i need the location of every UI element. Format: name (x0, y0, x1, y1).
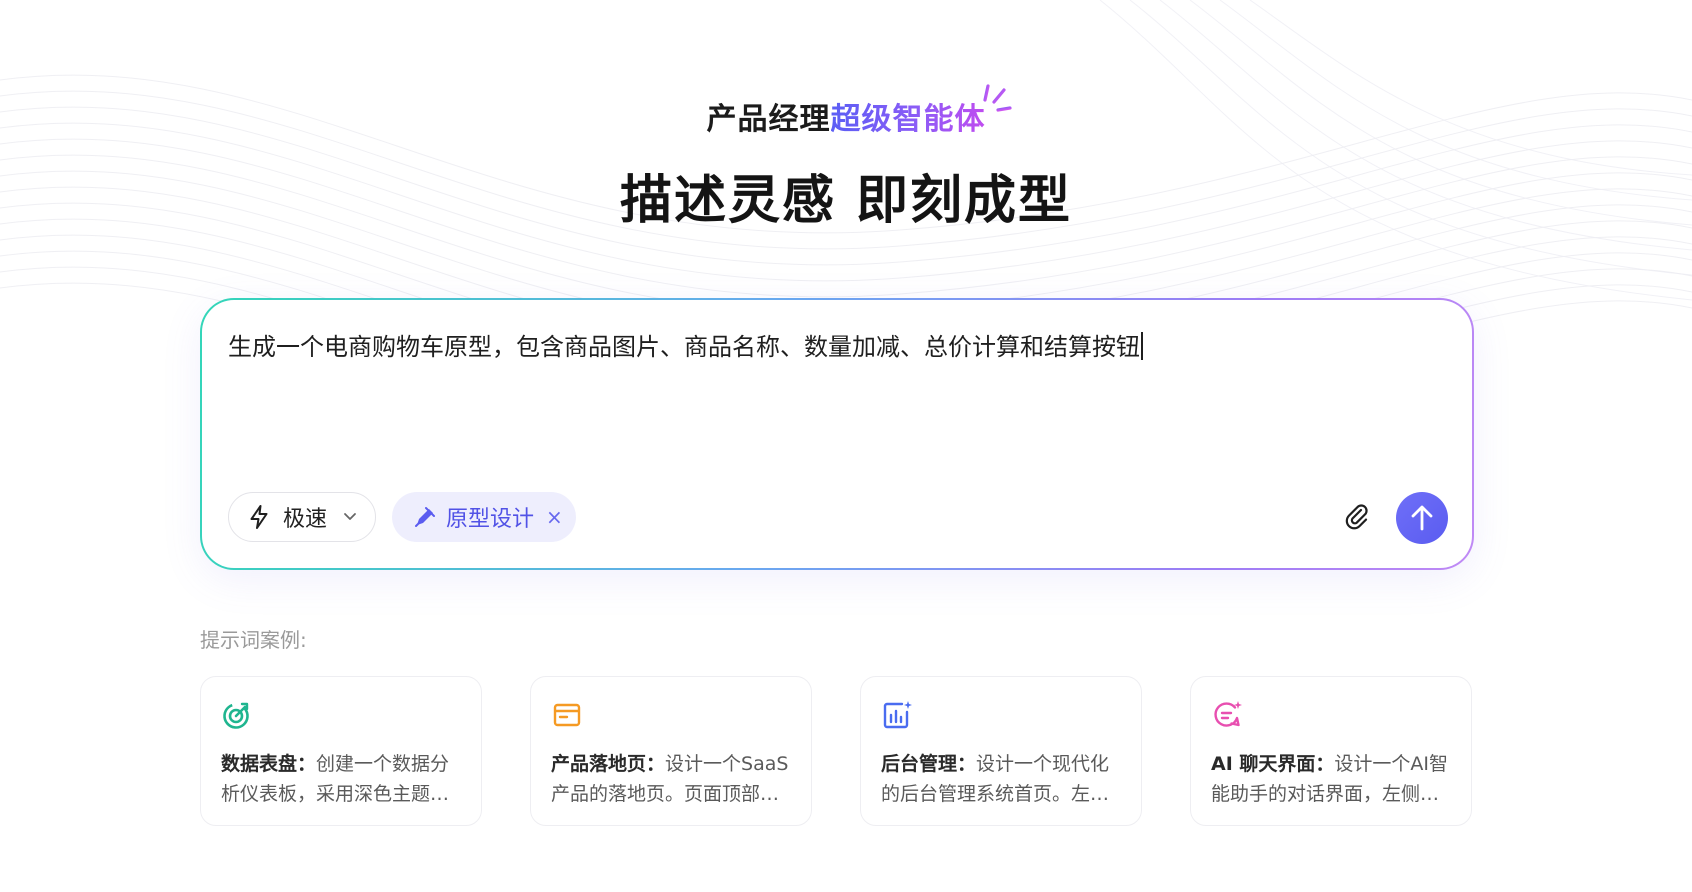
paperclip-icon[interactable] (1342, 502, 1372, 532)
lightning-icon (250, 505, 268, 529)
hero-title: 描述灵感 即刻成型 (619, 171, 1073, 231)
sparkle-icon (983, 84, 1012, 112)
example-card-title: 后台管理 (881, 753, 958, 775)
example-card-title: AI 聊天界面 (1211, 753, 1316, 775)
browser-window-icon (553, 703, 581, 727)
example-cards: 数据表盘：创建一个数据分 析仪表板，采用深色主题… 产品落地页：设计一个SaaS 产… (200, 676, 1474, 826)
hero-subtitle-plain: 产品经理 (706, 102, 831, 137)
speed-mode-dropdown[interactable]: 极速 (228, 492, 376, 542)
example-card-description: 数据表盘：创建一个数据分 析仪表板，采用深色主题… (221, 753, 450, 805)
example-card-ai-chat[interactable]: AI 聊天界面：设计一个AI智 能助手的对话界面，左侧… (1190, 676, 1472, 826)
prompt-box: 生成一个电商购物车原型，包含商品图片、商品名称、数量加减、总价计算和结算按钮 极… (200, 298, 1474, 570)
example-card-title: 产品落地页 (551, 753, 647, 775)
arrow-up-icon (1411, 505, 1433, 531)
example-card-admin[interactable]: 后台管理：设计一个现代化 的后台管理系统首页。左… (860, 676, 1142, 826)
prototype-design-tag-label: 原型设计 (446, 507, 535, 532)
hero-subtitle: 产品经理超级智能体 (0, 94, 1692, 138)
close-icon[interactable]: × (546, 505, 563, 529)
prototype-design-tag[interactable]: 原型设计 × (392, 492, 576, 542)
example-card-dashboard[interactable]: 数据表盘：创建一个数据分 析仪表板，采用深色主题… (200, 676, 482, 826)
example-card-description: AI 聊天界面：设计一个AI智 能助手的对话界面，左侧… (1211, 753, 1449, 805)
hero-subtitle-accent: 超级智能体 (830, 102, 986, 137)
dashboard-gauge-icon (223, 702, 249, 729)
pen-icon (415, 507, 435, 527)
example-card-description: 后台管理：设计一个现代化 的后台管理系统首页。左… (881, 753, 1110, 805)
chevron-down-icon (344, 513, 356, 520)
bar-chart-sparkle-icon (883, 701, 912, 729)
prompt-input-text: 生成一个电商购物车原型，包含商品图片、商品名称、数量加减、总价计算和结算按钮 (228, 333, 1140, 361)
example-card-description: 产品落地页：设计一个SaaS 产品的落地页。页面顶部… (551, 753, 789, 805)
examples-label: 提示词案例: (200, 628, 307, 652)
example-card-landing-page[interactable]: 产品落地页：设计一个SaaS 产品的落地页。页面顶部… (530, 676, 812, 826)
page: 产品经理超级智能体 描述灵感 即刻成型 生成一个电商购物车原型，包含商品图片、商… (0, 0, 1692, 892)
chat-sparkle-icon (1214, 701, 1242, 727)
send-button[interactable] (1396, 492, 1448, 544)
text-caret (1141, 332, 1143, 360)
speed-mode-label: 极速 (283, 507, 328, 532)
prompt-input[interactable]: 生成一个电商购物车原型，包含商品图片、商品名称、数量加减、总价计算和结算按钮 (228, 332, 1446, 362)
prompt-inner: 生成一个电商购物车原型，包含商品图片、商品名称、数量加减、总价计算和结算按钮 极… (202, 300, 1472, 568)
example-card-title: 数据表盘 (221, 753, 298, 775)
